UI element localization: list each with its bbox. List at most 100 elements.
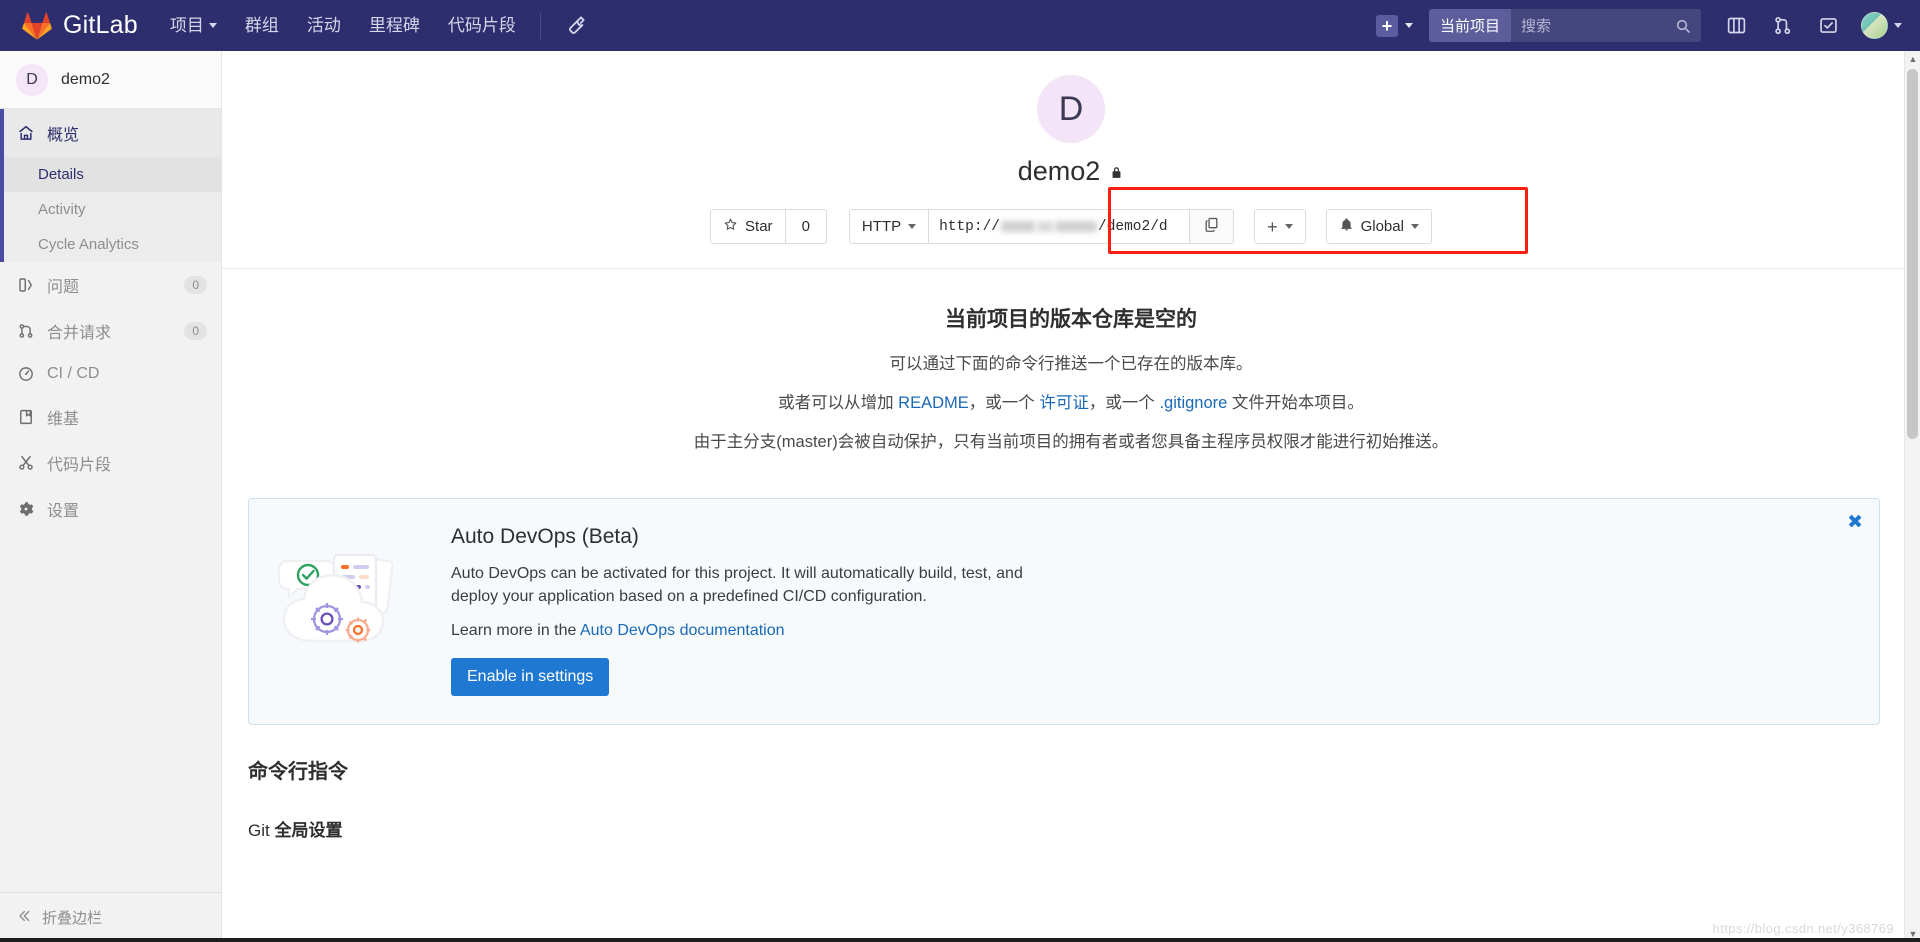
vertical-scrollbar[interactable]: ▲ ▼ bbox=[1904, 51, 1920, 942]
clone-protocol-label: HTTP bbox=[861, 218, 902, 235]
topnav-icon-group bbox=[1715, 0, 1920, 51]
sidebar-item-label: 代码片段 bbox=[47, 457, 112, 474]
project-action-bar: Star 0 HTTP http:// /demo2/d + Global bbox=[710, 187, 1529, 268]
search-placeholder: 搜索 bbox=[1521, 18, 1552, 35]
sidebar-item-wiki[interactable]: 维基 bbox=[0, 394, 221, 440]
new-in-project-dropdown[interactable]: + bbox=[1254, 209, 1306, 244]
sidebar-item-details[interactable]: Details bbox=[4, 157, 221, 192]
project-hero: D demo2 Star 0 HTTP http:// /demo2/d + G… bbox=[222, 51, 1920, 268]
book-icon bbox=[16, 408, 36, 426]
search-icon bbox=[1675, 18, 1691, 34]
sidebar-item-issues[interactable]: 问题 0 bbox=[0, 262, 221, 308]
clone-url-group: HTTP http:// /demo2/d bbox=[848, 209, 1235, 244]
star-count[interactable]: 0 bbox=[785, 209, 827, 244]
chevron-down-icon bbox=[908, 224, 917, 229]
topnav-item-label: 里程碑 bbox=[368, 16, 420, 35]
clone-url-input[interactable]: http:// /demo2/d bbox=[928, 209, 1191, 244]
search-bar: 当前项目 搜索 bbox=[1428, 9, 1701, 42]
star-button[interactable]: Star bbox=[710, 209, 786, 244]
topnav-item-label: 项目 bbox=[169, 16, 204, 35]
double-chevron-left-icon bbox=[16, 908, 32, 928]
scroll-up-arrow-icon[interactable]: ▲ bbox=[1905, 51, 1920, 67]
gitlab-brand[interactable]: GitLab bbox=[0, 11, 156, 40]
search-input[interactable]: 搜索 bbox=[1511, 9, 1701, 42]
clone-url-suffix: /demo2/d bbox=[1098, 218, 1168, 235]
copy-url-button[interactable] bbox=[1190, 209, 1235, 244]
sidebar-item-label: 概览 bbox=[47, 127, 80, 144]
page-body: D demo2 概览 Details Activity Cycle Analyt… bbox=[0, 51, 1920, 942]
sidebar-item-ci-cd[interactable]: CI / CD bbox=[0, 354, 221, 394]
enable-in-settings-button[interactable]: Enable in settings bbox=[451, 658, 610, 697]
notification-dropdown[interactable]: Global bbox=[1325, 209, 1432, 244]
topnav-item-groups[interactable]: 群组 bbox=[231, 0, 293, 51]
search-scope-badge[interactable]: 当前项目 bbox=[1428, 9, 1511, 42]
plus-icon: + bbox=[1267, 216, 1278, 237]
pipeline-icon bbox=[16, 365, 36, 383]
topnav-item-projects[interactable]: 项目 bbox=[156, 0, 231, 51]
line-start-text: 或者可以从增加 bbox=[778, 394, 899, 412]
admin-wrench-icon[interactable] bbox=[551, 15, 600, 36]
bottom-bar bbox=[0, 938, 1920, 942]
avatar bbox=[1861, 12, 1888, 39]
cloud-gears-illustration-icon bbox=[277, 553, 394, 643]
gitignore-link[interactable]: .gitignore bbox=[1159, 394, 1227, 412]
project-title-text: demo2 bbox=[1017, 156, 1101, 186]
notification-label: Global bbox=[1360, 218, 1404, 235]
git-global-setup-heading: Git 全局设置 bbox=[248, 816, 1894, 841]
top-nav-links: 项目 群组 活动 里程碑 代码片段 bbox=[156, 0, 600, 51]
license-link[interactable]: 许可证 bbox=[1039, 394, 1089, 412]
nav-divider bbox=[539, 12, 541, 39]
close-icon[interactable]: ✖ bbox=[1847, 513, 1863, 532]
line-end-text: 文件开始本项目。 bbox=[1227, 394, 1364, 412]
todos-icon[interactable] bbox=[1807, 0, 1849, 51]
sidebar-project-header[interactable]: D demo2 bbox=[0, 51, 221, 109]
main-content: D demo2 Star 0 HTTP http:// /demo2/d + G… bbox=[222, 51, 1920, 942]
topnav-item-label: 群组 bbox=[244, 16, 279, 35]
topnav-item-milestones[interactable]: 里程碑 bbox=[355, 0, 434, 51]
issue-boards-icon[interactable] bbox=[1715, 0, 1757, 51]
command-line-heading: 命令行指令 bbox=[248, 761, 348, 784]
chevron-down-icon bbox=[1410, 224, 1419, 229]
home-icon bbox=[16, 124, 36, 142]
plus-icon: + bbox=[1375, 14, 1398, 37]
clone-url-prefix: http:// bbox=[939, 218, 1000, 235]
sidebar-item-label: 维基 bbox=[47, 411, 80, 428]
chevron-down-icon bbox=[1894, 23, 1902, 28]
collapse-sidebar-button[interactable]: 折叠边栏 bbox=[0, 892, 221, 942]
star-icon bbox=[723, 217, 738, 236]
star-group: Star 0 bbox=[710, 209, 827, 244]
sidebar-item-label: 问题 bbox=[47, 279, 80, 296]
clone-protocol-dropdown[interactable]: HTTP bbox=[848, 209, 929, 244]
sidebar-item-activity[interactable]: Activity bbox=[4, 192, 221, 227]
sidebar-item-merge-requests[interactable]: 合并请求 0 bbox=[0, 308, 221, 354]
merge-requests-icon[interactable] bbox=[1761, 0, 1803, 51]
auto-devops-documentation-link[interactable]: Auto DevOps documentation bbox=[580, 622, 785, 639]
gitlab-project-page: GitLab 项目 群组 活动 里程碑 代码片段 + 当前项目 搜索 D dem… bbox=[0, 0, 1920, 942]
gitlab-logo-icon bbox=[22, 11, 52, 40]
sidebar-item-settings[interactable]: 设置 bbox=[0, 486, 221, 532]
sidebar-item-snippets[interactable]: 代码片段 bbox=[0, 440, 221, 486]
auto-devops-learn-more: Learn more in the Auto DevOps documentat… bbox=[451, 622, 1857, 640]
scissors-icon bbox=[16, 454, 36, 472]
empty-repo-note: 由于主分支(master)会被自动保护，只有当前项目的拥有者或者您具备主程序员权… bbox=[693, 433, 1449, 451]
sidebar-nav-list: 概览 Details Activity Cycle Analytics 问题 0 bbox=[0, 109, 221, 892]
page-title: demo2 bbox=[1018, 156, 1125, 187]
auto-devops-illustration bbox=[267, 525, 437, 651]
auto-devops-body: Auto DevOps (Beta) Auto DevOps can be ac… bbox=[443, 525, 1857, 697]
scrollbar-thumb[interactable] bbox=[1907, 69, 1918, 439]
copy-icon bbox=[1203, 216, 1220, 238]
readme-link[interactable]: README bbox=[898, 394, 969, 412]
redacted-host-part bbox=[1001, 221, 1035, 232]
sidebar-item-overview[interactable]: 概览 bbox=[0, 109, 221, 157]
star-label: Star bbox=[745, 218, 773, 235]
topnav-item-snippets[interactable]: 代码片段 bbox=[434, 0, 530, 51]
topnav-item-activity[interactable]: 活动 bbox=[293, 0, 355, 51]
user-avatar-menu[interactable] bbox=[1853, 12, 1914, 39]
empty-repo-subtitle: 可以通过下面的命令行推送一个已存在的版本库。 bbox=[889, 355, 1253, 373]
new-item-dropdown[interactable]: + bbox=[1366, 0, 1423, 51]
project-avatar: D bbox=[16, 63, 48, 96]
git-label: Git bbox=[248, 821, 275, 841]
sidebar-item-cycle-analytics[interactable]: Cycle Analytics bbox=[4, 227, 221, 262]
sidebar-item-label: CI / CD bbox=[47, 365, 100, 382]
issues-icon bbox=[16, 276, 36, 294]
